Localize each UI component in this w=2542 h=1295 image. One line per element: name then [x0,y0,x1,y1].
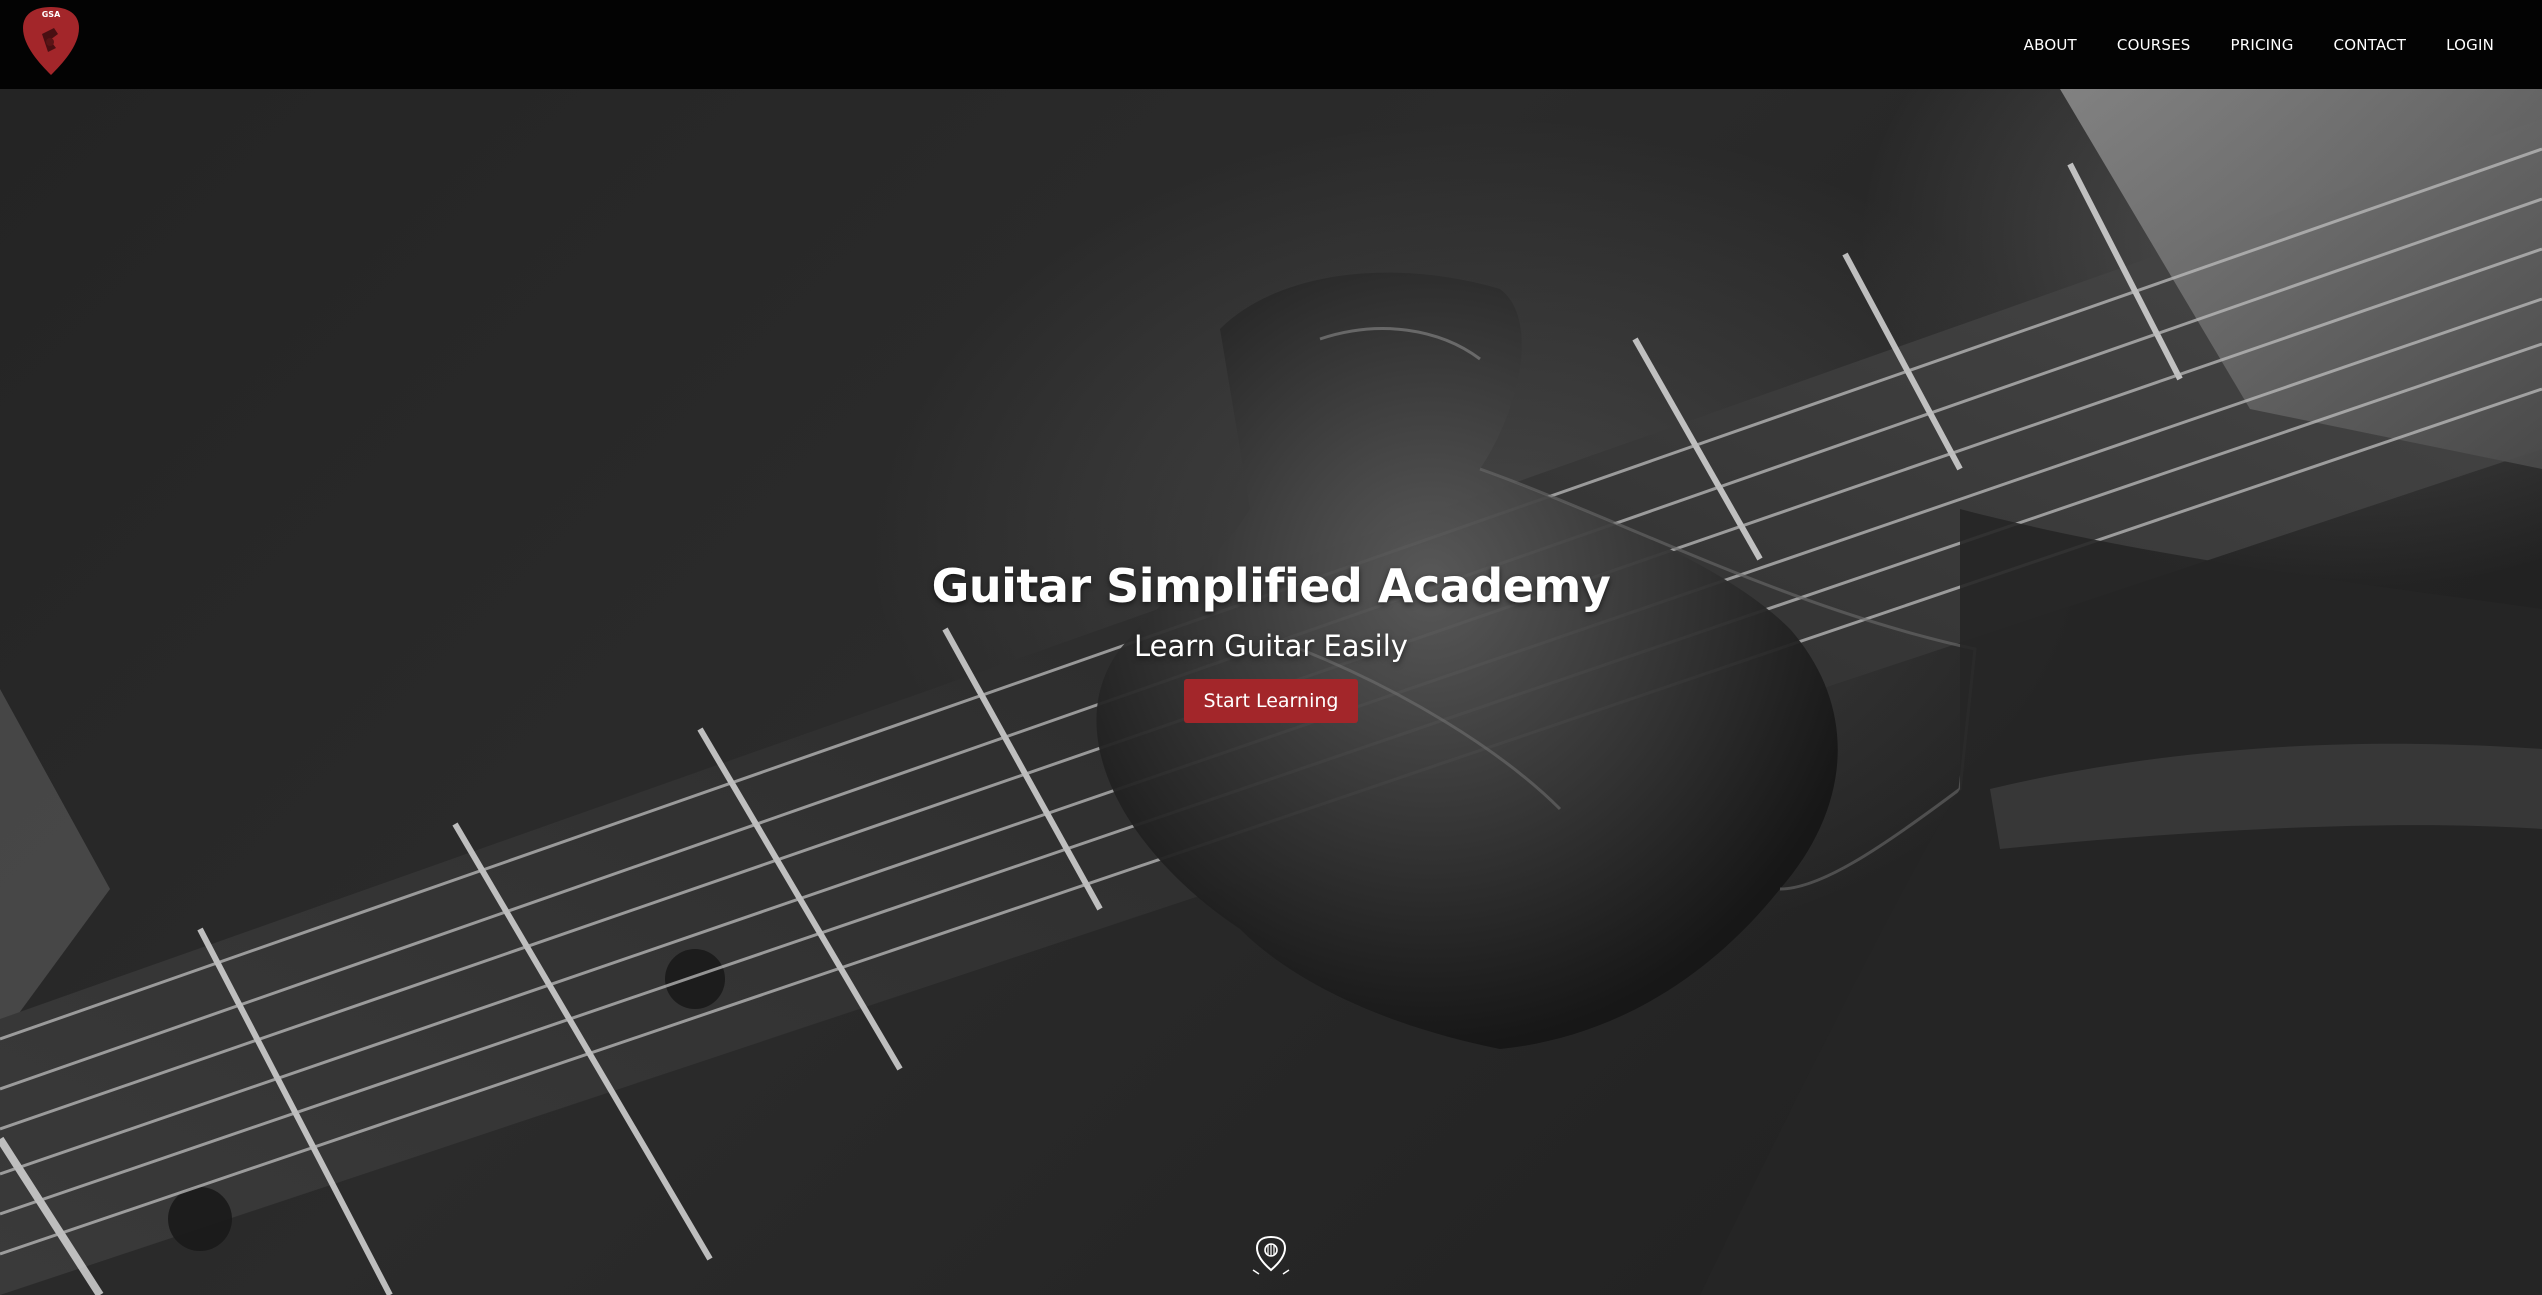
nav-login-link[interactable]: LOGIN [2446,36,2494,54]
gsa-logo[interactable]: GSA [20,4,82,78]
guitar-pick-badge-icon[interactable] [1251,1234,1291,1278]
nav-menu: ABOUT COURSES PRICING CONTACT LOGIN [2024,0,2494,89]
logo-text: GSA [42,10,61,19]
page: GSA ABOUT COURSES PRICING CONTACT LOGIN [0,0,2542,1295]
hero-content: Guitar Simplified Academy Learn Guitar E… [0,559,2542,723]
hero-section: Guitar Simplified Academy Learn Guitar E… [0,89,2542,1295]
nav-contact-link[interactable]: CONTACT [2334,36,2407,54]
start-learning-button[interactable]: Start Learning [1183,679,1359,723]
guitar-pick-logo-icon: GSA [23,7,79,75]
nav-pricing-link[interactable]: PRICING [2231,36,2294,54]
hero-title: Guitar Simplified Academy [931,559,1611,613]
nav-about-link[interactable]: ABOUT [2024,36,2077,54]
scroll-down-icon [1252,1235,1290,1275]
nav-courses-link[interactable]: COURSES [2117,36,2191,54]
hero-subtitle: Learn Guitar Easily [1134,629,1408,663]
top-navbar: GSA ABOUT COURSES PRICING CONTACT LOGIN [0,0,2542,89]
